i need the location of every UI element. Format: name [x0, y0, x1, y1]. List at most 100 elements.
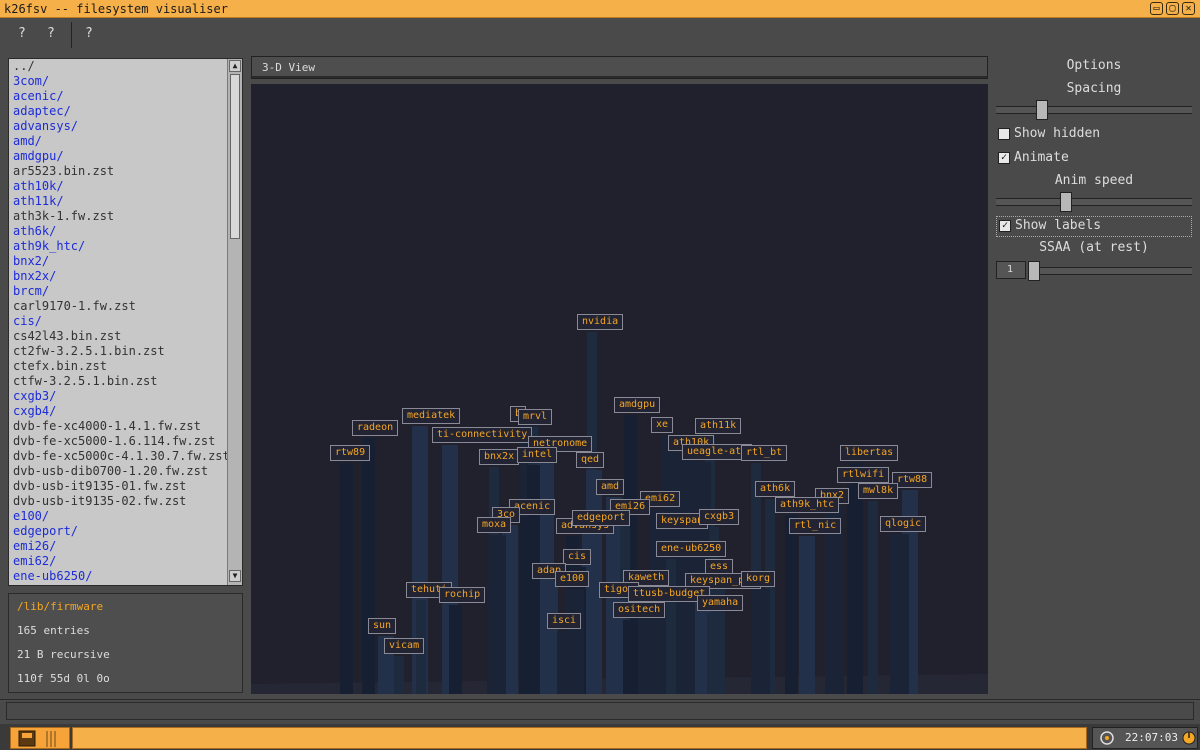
file-list-item[interactable]: acenic/: [13, 89, 227, 104]
close-icon[interactable]: ✕: [1182, 2, 1195, 15]
file-list-item[interactable]: ath9k_htc/: [13, 239, 227, 254]
file-list-item[interactable]: amdgpu/: [13, 149, 227, 164]
file-list-item[interactable]: e100/: [13, 509, 227, 524]
menu-item-2[interactable]: ?: [47, 26, 55, 41]
pillar-label[interactable]: moxa: [477, 517, 512, 533]
check-icon[interactable]: ✓: [998, 152, 1010, 164]
system-tray: 22:07:03: [1092, 727, 1198, 749]
pillar-label[interactable]: cis: [563, 549, 592, 565]
title-bar[interactable]: k26fsv -- filesystem visualiser ▭ ▢ ✕: [0, 0, 1200, 18]
pillar-label[interactable]: ti-connectivity: [432, 427, 533, 443]
file-list-item[interactable]: dvb-usb-dib0700-1.20.fw.zst: [13, 464, 227, 479]
menu-item-3[interactable]: ?: [85, 26, 93, 41]
pillar-label[interactable]: qed: [576, 452, 605, 468]
pillar-label[interactable]: sun: [368, 618, 397, 634]
ssaa-slider[interactable]: [1028, 261, 1192, 281]
pillar-label[interactable]: nvidia: [577, 314, 624, 330]
file-list-item[interactable]: ath3k-1.fw.zst: [13, 209, 227, 224]
show-hidden-checkbox[interactable]: Show hidden: [996, 125, 1192, 143]
animate-checkbox[interactable]: ✓ Animate: [996, 149, 1192, 167]
anim-speed-slider[interactable]: [996, 192, 1192, 212]
app-menu-button[interactable]: [10, 727, 70, 749]
file-list-item[interactable]: ar5523.bin.zst: [13, 164, 227, 179]
pillar-label[interactable]: rtw89: [330, 445, 371, 461]
file-list-item[interactable]: dvb-usb-it9135-02.fw.zst: [13, 494, 227, 509]
pillar-label[interactable]: cxgb3: [699, 509, 740, 525]
pillar-label[interactable]: yamaha: [697, 595, 744, 611]
pillar-label[interactable]: isci: [547, 613, 582, 629]
pillar-label[interactable]: vicam: [384, 638, 425, 654]
pillar-label[interactable]: rtl_bt: [741, 445, 788, 461]
file-list-item[interactable]: bnx2x/: [13, 269, 227, 284]
pillar-label[interactable]: radeon: [352, 420, 399, 436]
file-list-item[interactable]: ath6k/: [13, 224, 227, 239]
3d-view-canvas[interactable]: nvidiaradeonmediatekbmrvlamdgputi-connec…: [251, 84, 988, 694]
pillar-label[interactable]: mwl8k: [858, 483, 899, 499]
file-list-item[interactable]: carl9170-1.fw.zst: [13, 299, 227, 314]
file-list[interactable]: ../3com/acenic/adaptec/advansys/amd/amdg…: [8, 58, 243, 586]
file-list-item[interactable]: 3com/: [13, 74, 227, 89]
file-list-item[interactable]: amd/: [13, 134, 227, 149]
pillar-label[interactable]: korg: [741, 571, 776, 587]
file-list-item[interactable]: ath10k/: [13, 179, 227, 194]
scroll-down-icon[interactable]: ▼: [229, 570, 241, 582]
spacing-slider-handle[interactable]: [1036, 100, 1048, 120]
file-list-item[interactable]: dvb-usb-it9135-01.fw.zst: [13, 479, 227, 494]
pillar-label[interactable]: xe: [651, 417, 674, 433]
pillar-label[interactable]: rtl_nic: [789, 518, 842, 534]
pillar-label[interactable]: ositech: [613, 602, 666, 618]
checkbox-box[interactable]: [998, 128, 1010, 140]
file-list-item[interactable]: dvb-fe-xc5000c-4.1.30.7.fw.zst: [13, 449, 227, 464]
file-list-item[interactable]: dvb-fe-xc4000-1.4.1.fw.zst: [13, 419, 227, 434]
file-list-item[interactable]: brcm/: [13, 284, 227, 299]
pillar-label[interactable]: mrvl: [518, 409, 553, 425]
spacing-slider[interactable]: [996, 100, 1192, 120]
scroll-up-icon[interactable]: ▲: [229, 60, 241, 72]
pillar-label[interactable]: amdgpu: [614, 397, 661, 413]
file-list-item[interactable]: ../: [13, 59, 227, 74]
pillar-label[interactable]: e100: [555, 571, 590, 587]
file-list-item[interactable]: adaptec/: [13, 104, 227, 119]
file-list-item[interactable]: emi26/: [13, 539, 227, 554]
file-list-item[interactable]: cis/: [13, 314, 227, 329]
file-list-item[interactable]: bnx2/: [13, 254, 227, 269]
pillar-label[interactable]: amd: [596, 479, 625, 495]
ssaa-slider-handle[interactable]: [1028, 261, 1040, 281]
power-icon[interactable]: [1179, 728, 1199, 748]
file-list-item[interactable]: ene-ub6250/: [13, 569, 227, 584]
file-list-item[interactable]: ctfw-3.2.5.1.bin.zst: [13, 374, 227, 389]
file-list-item[interactable]: emi62/: [13, 554, 227, 569]
file-list-item[interactable]: ctefx.bin.zst: [13, 359, 227, 374]
minimize-icon[interactable]: ▭: [1150, 2, 1163, 15]
pillar-label[interactable]: rtlwifi: [837, 467, 890, 483]
pillar-label[interactable]: ene-ub6250: [656, 541, 727, 557]
menu-item-1[interactable]: ?: [18, 26, 26, 41]
pillar-label[interactable]: ath11k: [695, 418, 742, 434]
file-list-item[interactable]: dvb-fe-xc5000-1.6.114.fw.zst: [13, 434, 227, 449]
pillar-label[interactable]: mediatek: [402, 408, 461, 424]
network-icon[interactable]: [1097, 728, 1127, 748]
active-task-button[interactable]: [72, 727, 1087, 749]
directory-pillar: [785, 515, 798, 694]
file-list-item[interactable]: cs42l43.bin.zst: [13, 329, 227, 344]
pillar-label[interactable]: edgeport: [572, 510, 631, 526]
check-icon[interactable]: ✓: [999, 220, 1011, 232]
pillar-label[interactable]: ath9k_htc: [775, 497, 840, 513]
file-list-item[interactable]: ath11k/: [13, 194, 227, 209]
maximize-icon[interactable]: ▢: [1166, 2, 1179, 15]
file-list-item[interactable]: ct2fw-3.2.5.1.bin.zst: [13, 344, 227, 359]
file-list-item[interactable]: advansys/: [13, 119, 227, 134]
pillar-label[interactable]: ath6k: [755, 481, 796, 497]
pillar-label[interactable]: libertas: [840, 445, 899, 461]
pillar-label[interactable]: intel: [517, 447, 558, 463]
file-list-scrollbar[interactable]: ▲ ▼: [227, 59, 242, 585]
pillar-label[interactable]: qlogic: [880, 516, 927, 532]
file-list-item[interactable]: edgeport/: [13, 524, 227, 539]
pillar-label[interactable]: bnx2x: [479, 449, 520, 465]
show-labels-checkbox[interactable]: ✓ Show labels: [996, 216, 1192, 237]
pillar-label[interactable]: rochip: [439, 587, 486, 603]
scrollbar-thumb[interactable]: [230, 74, 240, 239]
file-list-item[interactable]: cxgb3/: [13, 389, 227, 404]
anim-speed-slider-handle[interactable]: [1060, 192, 1072, 212]
file-list-item[interactable]: cxgb4/: [13, 404, 227, 419]
